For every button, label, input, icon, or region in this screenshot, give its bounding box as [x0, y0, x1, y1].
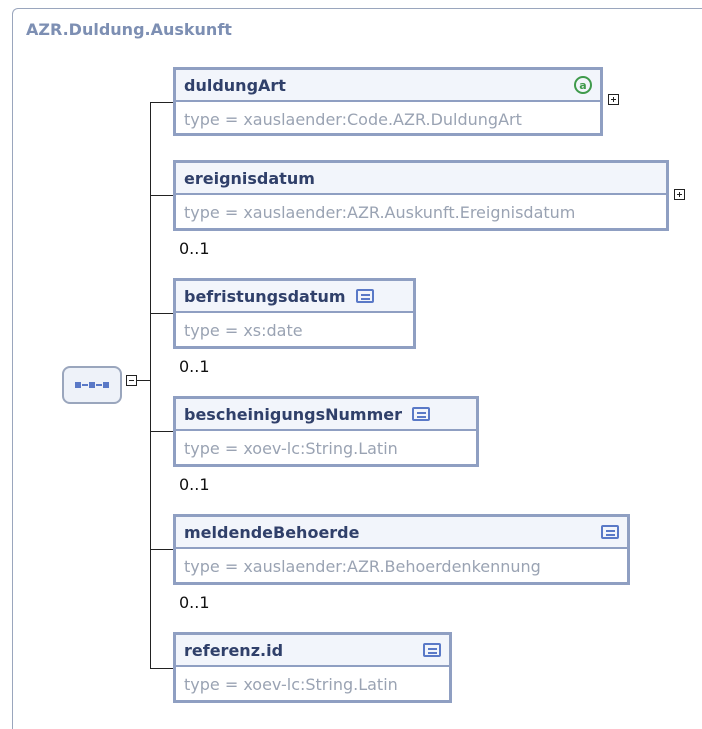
connector-branch	[150, 195, 174, 196]
expand-toggle[interactable]	[608, 94, 619, 105]
connector-branch	[150, 668, 174, 669]
expand-toggle[interactable]	[674, 189, 685, 200]
sequence-compositor[interactable]	[62, 366, 122, 404]
element-name: duldungArt	[184, 75, 286, 95]
connector-branch	[150, 549, 174, 550]
element-type: type = xauslaender:AZR.Auskunft.Ereignis…	[184, 202, 576, 222]
cardinality-label: 0..1	[179, 357, 210, 376]
documentation-icon[interactable]	[355, 289, 374, 303]
element-type: type = xauslaender:Code.AZR.DuldungArt	[184, 109, 522, 129]
element-type: type = xoev-lc:String.Latin	[184, 438, 398, 458]
documentation-icon[interactable]	[412, 407, 430, 421]
connector-line	[137, 380, 151, 381]
element-box-bescheinigungsNummer[interactable]: bescheinigungsNummer type = xoev-lc:Stri…	[173, 396, 479, 467]
element-name: befristungsdatum	[184, 286, 346, 306]
cardinality-label: 0..1	[179, 593, 210, 612]
element-box-duldungArt[interactable]: duldungArt a type = xauslaender:Code.AZR.…	[173, 67, 603, 136]
diagram-title: AZR.Duldung.Auskunft	[26, 20, 232, 39]
element-name: bescheinigungsNummer	[184, 404, 402, 424]
collapse-sequence-toggle[interactable]	[126, 375, 137, 386]
element-box-referenz-id[interactable]: referenz.id type = xoev-lc:String.Latin	[173, 632, 452, 703]
element-box-befristungsdatum[interactable]: befristungsdatum type = xs:date	[173, 278, 416, 349]
connector-branch	[150, 431, 174, 432]
documentation-icon[interactable]	[601, 525, 619, 539]
element-name: referenz.id	[184, 640, 284, 660]
connector-branch	[150, 102, 174, 103]
element-name: meldendeBehoerde	[184, 522, 360, 542]
cardinality-label: 0..1	[179, 239, 210, 258]
documentation-icon[interactable]	[423, 643, 441, 657]
element-type: type = xoev-lc:String.Latin	[184, 674, 398, 694]
connector-branch	[150, 313, 174, 314]
element-type: type = xauslaender:AZR.Behoerdenkennung	[184, 556, 541, 576]
element-box-meldendeBehoerde[interactable]: meldendeBehoerde type = xauslaender:AZR.…	[173, 514, 630, 585]
element-box-ereignisdatum[interactable]: ereignisdatum type = xauslaender:AZR.Aus…	[173, 160, 669, 231]
element-name: ereignisdatum	[184, 168, 315, 188]
connector-trunk	[150, 102, 151, 669]
attribute-icon[interactable]: a	[574, 76, 592, 94]
cardinality-label: 0..1	[179, 475, 210, 494]
element-type: type = xs:date	[184, 320, 303, 340]
